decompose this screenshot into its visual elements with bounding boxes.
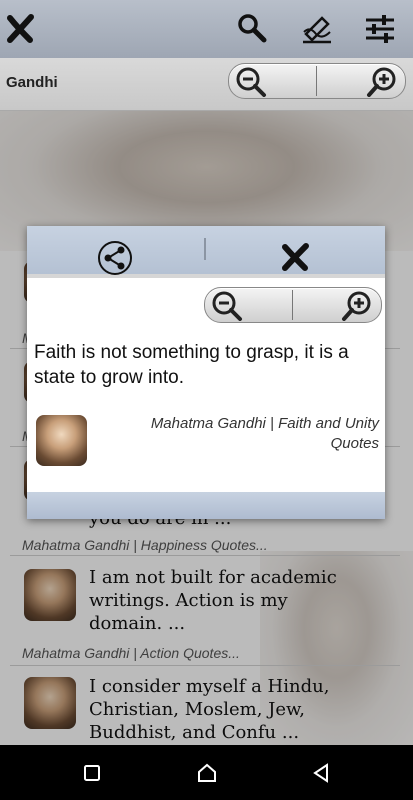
dialog-close-button[interactable] [280,242,312,272]
settings-button[interactable] [364,14,396,44]
zoom-in-button[interactable] [366,65,400,97]
back-icon [313,763,328,783]
dialog-zoom-in-button[interactable] [341,289,375,321]
top-app-bar [0,0,413,58]
share-icon [98,241,132,275]
home-button[interactable] [196,762,218,784]
header-divider [204,238,206,260]
page-title: Gandhi [6,74,58,91]
search-icon [238,14,267,43]
zoom-in-icon [367,67,396,97]
zoom-divider [316,66,317,96]
sliders-icon [366,15,394,43]
zoom-out-icon [236,67,266,97]
zoom-in-icon [342,291,371,321]
dialog-footer [27,492,385,519]
zoom-divider [292,290,293,320]
zoom-out-icon [212,291,242,321]
close-icon [282,243,309,271]
zoom-out-button[interactable] [234,65,268,97]
back-button[interactable] [310,762,332,784]
close-app-button[interactable] [4,12,38,46]
author-avatar [36,415,87,466]
search-button[interactable] [236,12,268,44]
square-icon [84,765,100,781]
dialog-quote-text: Faith is not something to grasp, it is a… [34,342,349,388]
quote-dialog: Faith is not something to grasp, it is a… [27,226,385,519]
recents-button[interactable] [82,763,102,783]
dialog-author-text: Mahatma Gandhi | Faith and Unity Quotes [150,415,379,452]
write-button[interactable] [300,12,334,46]
dialog-header [27,226,385,278]
write-icon [303,16,331,44]
share-button[interactable] [97,240,133,276]
close-icon [7,14,34,43]
dialog-zoom-out-button[interactable] [210,289,244,321]
home-icon [198,763,216,782]
